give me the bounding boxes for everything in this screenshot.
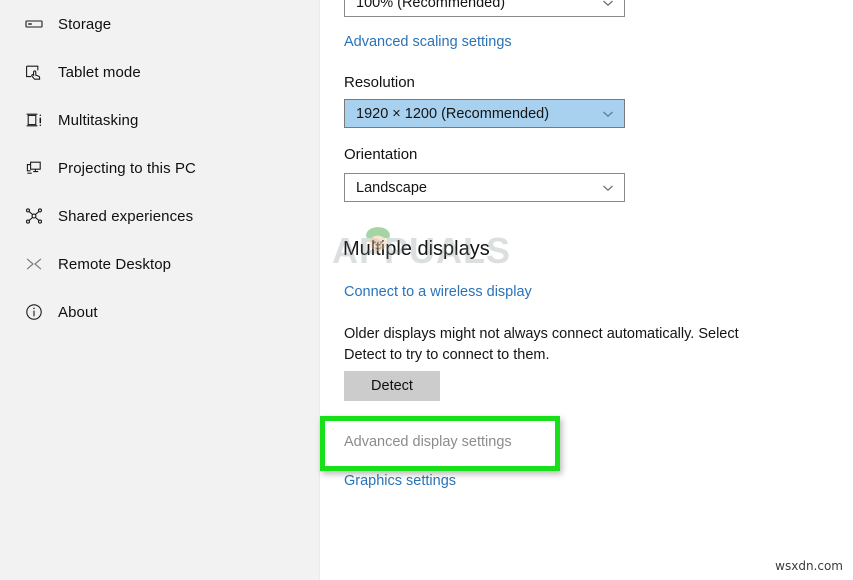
sidebar-item-about[interactable]: About [0,288,320,336]
about-icon [14,302,54,322]
resolution-label: Resolution [344,74,415,91]
multiple-displays-description: Older displays might not always connect … [344,326,739,363]
orientation-dropdown[interactable]: Landscape [344,173,625,202]
resolution-dropdown[interactable]: 1920 × 1200 (Recommended) [344,99,625,128]
sidebar-item-tablet-mode[interactable]: Tablet mode [0,48,320,96]
tablet-mode-icon [14,62,54,82]
scale-dropdown[interactable]: 100% (Recommended) [344,0,625,17]
graphics-settings-link[interactable]: Graphics settings [344,473,456,489]
multitasking-icon [14,110,54,130]
sidebar-item-remote-desktop[interactable]: Remote Desktop [0,240,320,288]
orientation-label: Orientation [344,146,418,163]
detect-button[interactable]: Detect [344,371,440,401]
sidebar-item-shared-experiences[interactable]: Shared experiences [0,192,320,240]
chevron-down-icon [600,180,616,196]
connect-wireless-display-link[interactable]: Connect to a wireless display [344,284,532,300]
projecting-icon [14,158,54,178]
sidebar-item-projecting-to-this-pc[interactable]: Projecting to this PC [0,144,320,192]
sidebar-item-label: Storage [58,15,112,33]
sidebar-item-label: Shared experiences [58,207,194,225]
sidebar-item-label: Tablet mode [58,63,141,81]
resolution-value: 1920 × 1200 (Recommended) [356,105,550,122]
advanced-display-settings-link-overlay[interactable]: Advanced display settings [344,434,512,450]
multiple-displays-heading: Multiple displays [343,238,490,260]
sidebar-item-label: Remote Desktop [58,255,172,273]
settings-sidebar: Storage Tablet mode Multitasking Project… [0,0,320,580]
advanced-scaling-settings-link[interactable]: Advanced scaling settings [344,34,512,50]
sidebar-item-label: About [58,303,98,321]
sidebar-item-storage[interactable]: Storage [0,0,320,48]
orientation-value: Landscape [356,179,427,196]
settings-window: Storage Tablet mode Multitasking Project… [0,0,853,580]
chevron-down-icon [600,106,616,122]
remote-desktop-icon [14,254,54,274]
scale-value: 100% (Recommended) [356,0,506,11]
shared-experiences-icon [14,206,54,226]
sidebar-item-multitasking[interactable]: Multitasking [0,96,320,144]
wsxdn-watermark: wsxdn.com [775,559,843,573]
display-settings-pane: 100% (Recommended) Advanced scaling sett… [320,0,853,580]
sidebar-item-label: Multitasking [58,111,139,129]
sidebar-item-label: Projecting to this PC [58,159,196,177]
chevron-down-icon [600,0,616,11]
storage-icon [14,14,54,34]
